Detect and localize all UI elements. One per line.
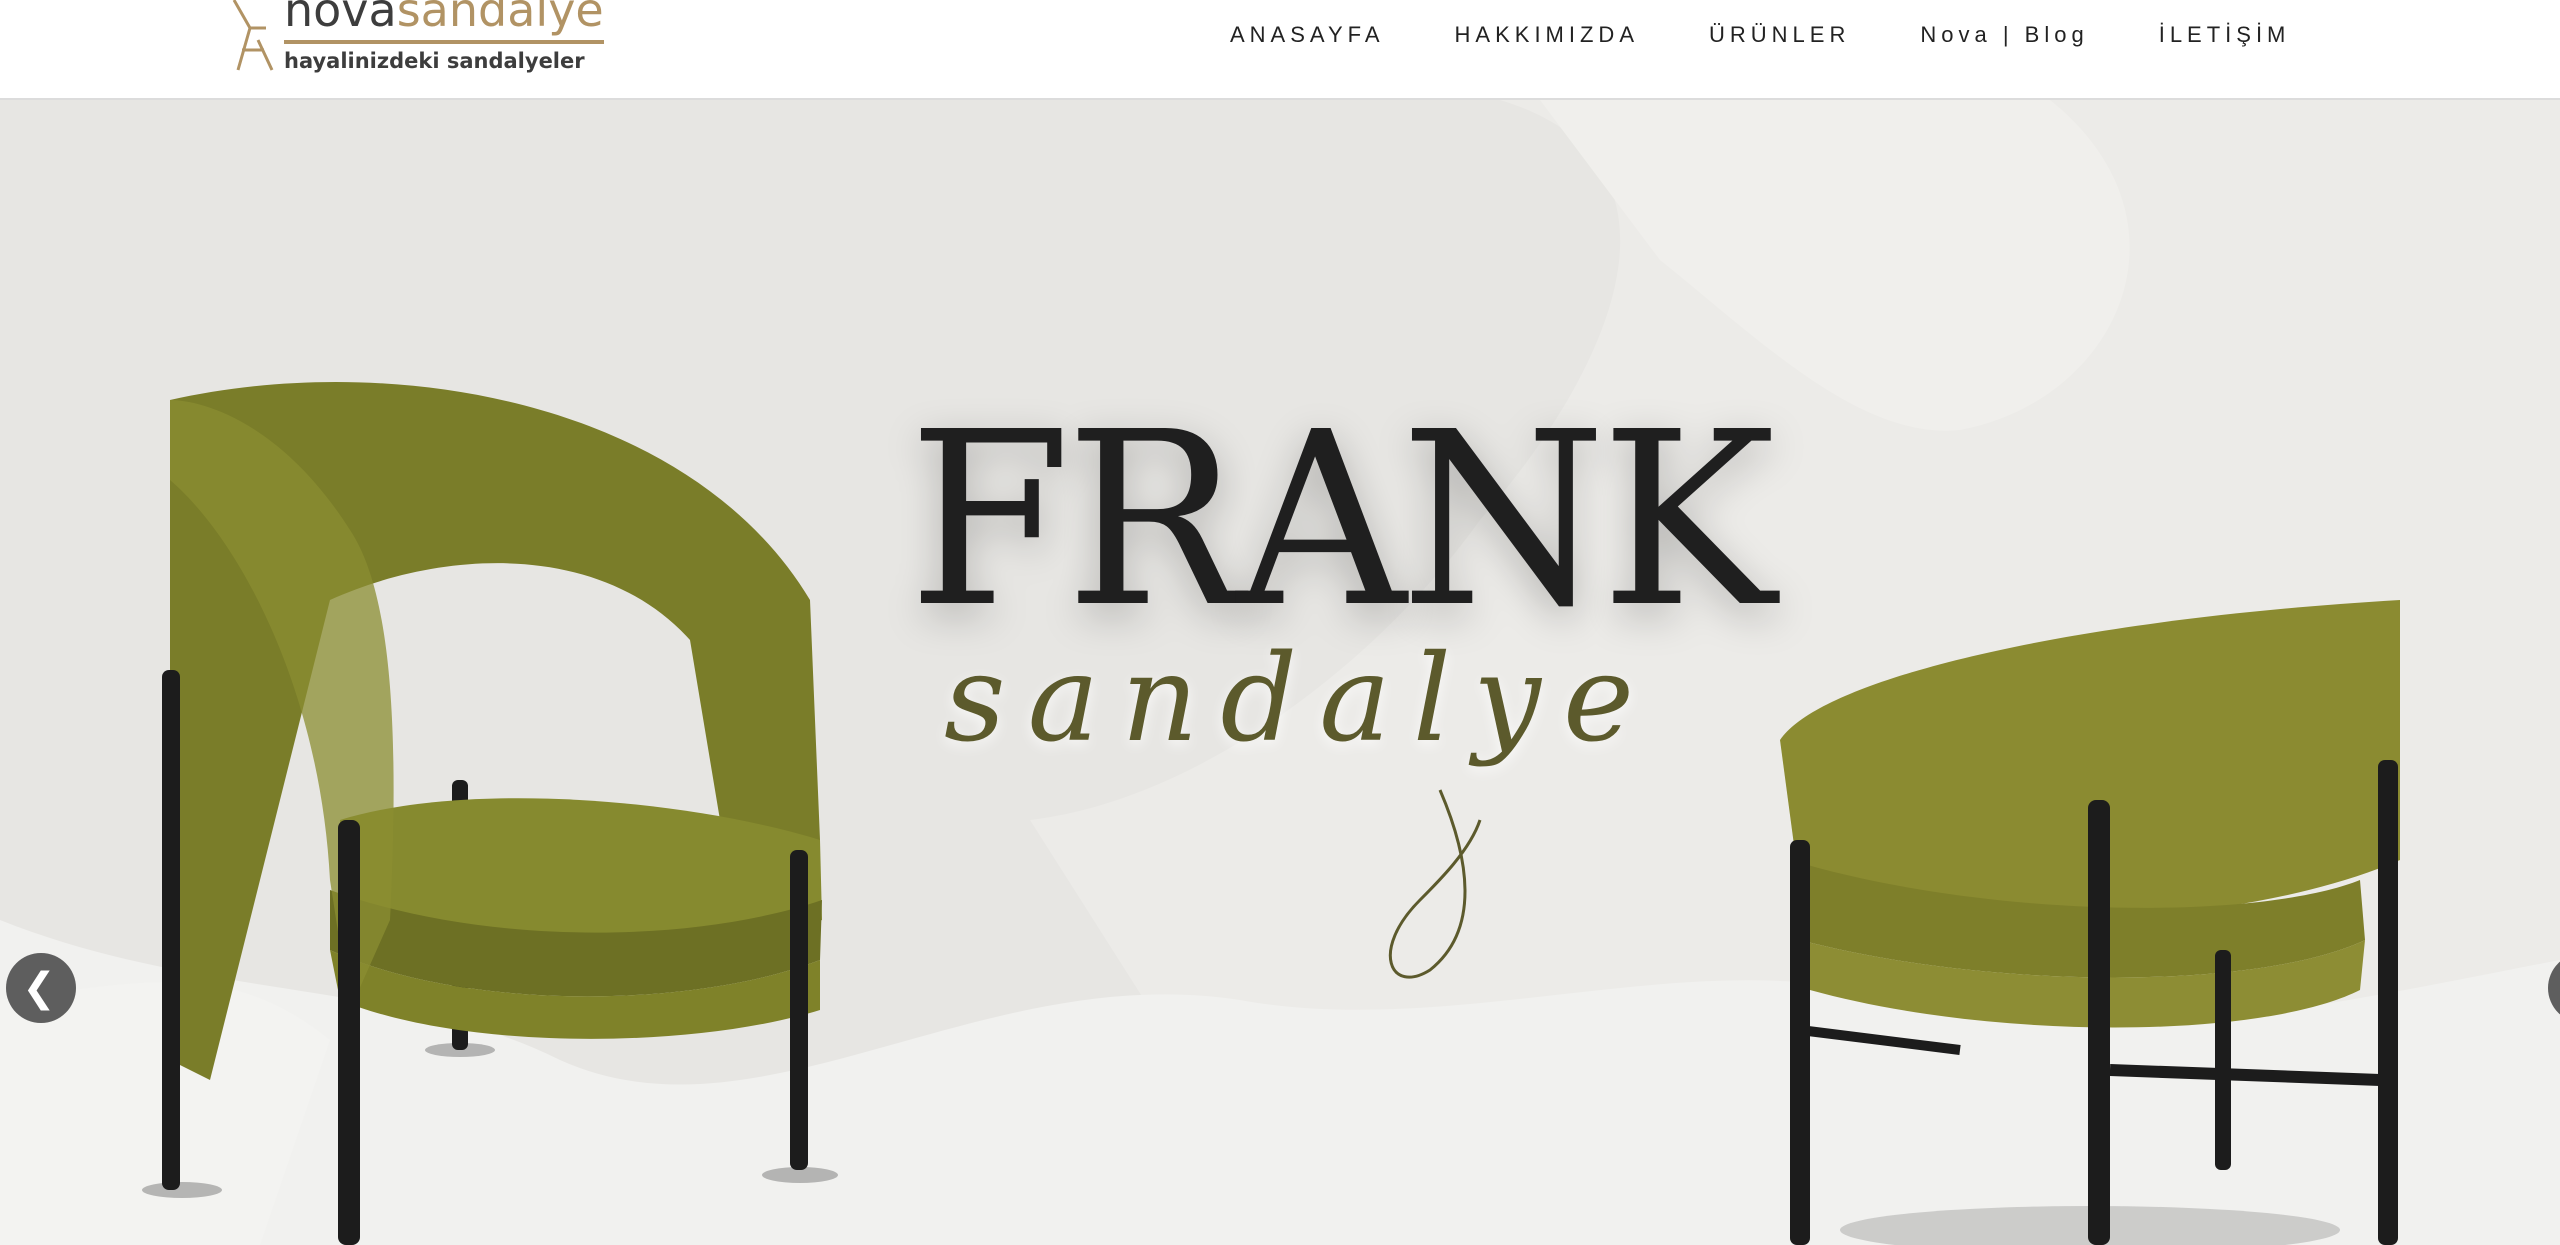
nav-item-iletisim[interactable]: İLETİŞİM	[2159, 20, 2291, 50]
chair-logo-icon	[232, 0, 274, 71]
brand-name-part1: nova	[284, 0, 397, 37]
brand-wordmark: novasandalye	[284, 0, 604, 38]
nav-item-anasayfa[interactable]: ANASAYFA	[1230, 20, 1385, 50]
brand-tagline: hayalinizdeki sandalyeler	[284, 49, 585, 73]
hero-title: FRANK	[908, 380, 1776, 660]
script-flourish	[1389, 789, 1482, 979]
brand-name-part2: sandalye	[396, 0, 604, 37]
hero-slider: FRANK sandalye ❮	[0, 100, 2560, 1245]
nav-item-hakkimizda[interactable]: HAKKIMIZDA	[1455, 20, 1639, 50]
chair-image-left	[142, 381, 838, 1245]
brand-logo[interactable]: novasandalye hayalinizdeki sandalyeler	[228, 0, 608, 78]
chevron-left-icon: ❮	[22, 965, 56, 1011]
logo-underline	[284, 40, 604, 44]
site-header: novasandalye hayalinizdeki sandalyeler A…	[0, 0, 2560, 100]
nav-item-blog[interactable]: Nova | Blog	[1920, 20, 2088, 50]
main-nav: ANASAYFA HAKKIMIZDA ÜRÜNLER Nova | Blog …	[1230, 20, 2290, 50]
nav-item-urunler[interactable]: ÜRÜNLER	[1709, 20, 1850, 50]
chair-image-right	[1780, 600, 2400, 1245]
slider-prev-button[interactable]: ❮	[6, 953, 76, 1023]
hero-subtitle: sandalye	[944, 630, 1656, 769]
